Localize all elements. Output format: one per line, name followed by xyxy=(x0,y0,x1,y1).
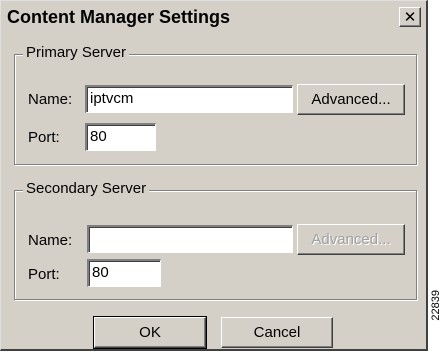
secondary-advanced-button[interactable]: Advanced... xyxy=(297,224,405,255)
cancel-button[interactable]: Cancel xyxy=(221,317,333,348)
primary-port-input[interactable]: 80 xyxy=(85,123,156,151)
secondary-server-label: Secondary Server xyxy=(23,180,150,197)
primary-name-input[interactable]: iptvcm xyxy=(85,85,293,113)
cancel-button-label: Cancel xyxy=(253,324,301,341)
secondary-name-input[interactable] xyxy=(87,225,293,253)
title-bar[interactable]: Content Manager Settings ✕ xyxy=(3,3,424,31)
figure-code: 22839 xyxy=(430,290,442,321)
window-title: Content Manager Settings xyxy=(7,7,231,27)
content-manager-settings-dialog: Content Manager Settings ✕ Primary Serve… xyxy=(0,0,428,351)
primary-port-label: Port: xyxy=(28,129,60,146)
close-icon: ✕ xyxy=(403,9,417,26)
close-button[interactable]: ✕ xyxy=(399,7,421,27)
primary-name-label: Name: xyxy=(28,91,73,108)
primary-advanced-button[interactable]: Advanced... xyxy=(297,84,405,115)
ok-button-label: OK xyxy=(139,324,161,341)
ok-button[interactable]: OK xyxy=(93,316,207,349)
secondary-port-input[interactable]: 80 xyxy=(87,259,161,287)
primary-server-label: Primary Server xyxy=(23,44,130,61)
secondary-advanced-label: Advanced... xyxy=(311,231,391,248)
primary-advanced-label: Advanced... xyxy=(311,91,391,108)
secondary-port-label: Port: xyxy=(28,266,60,283)
secondary-name-label: Name: xyxy=(28,232,73,249)
